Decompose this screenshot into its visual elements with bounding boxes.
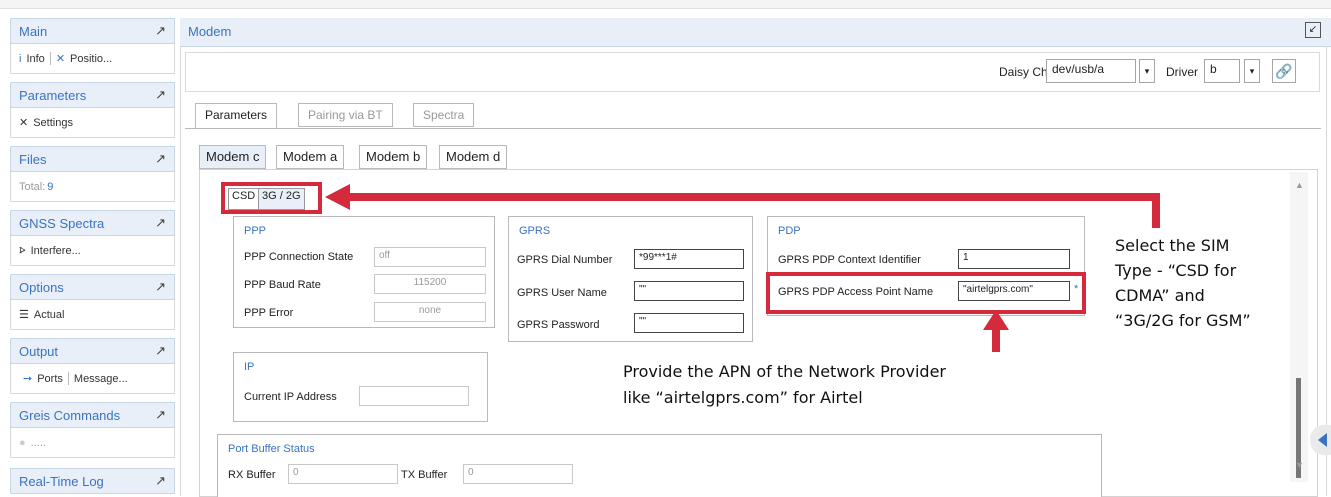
sim-type-annotation: Select the SIM Type - “CSD for CDMA” and… xyxy=(1115,233,1330,333)
apn-annotation: Provide the APN of the Network Provider … xyxy=(623,359,1093,411)
annotation-line: Provide the APN of the Network Provider xyxy=(623,362,946,381)
annotation-line: “3G/2G for GSM” xyxy=(1115,311,1251,330)
annotation-line: Type - “CSD for xyxy=(1115,261,1237,280)
annotation-line: Select the SIM xyxy=(1115,236,1230,255)
annotation-line: like “airtelgprs.com” for Airtel xyxy=(623,388,863,407)
sim-type-arrow xyxy=(325,184,1160,228)
annotation-line: CDMA” and xyxy=(1115,286,1205,305)
apn-arrow xyxy=(983,310,1009,352)
